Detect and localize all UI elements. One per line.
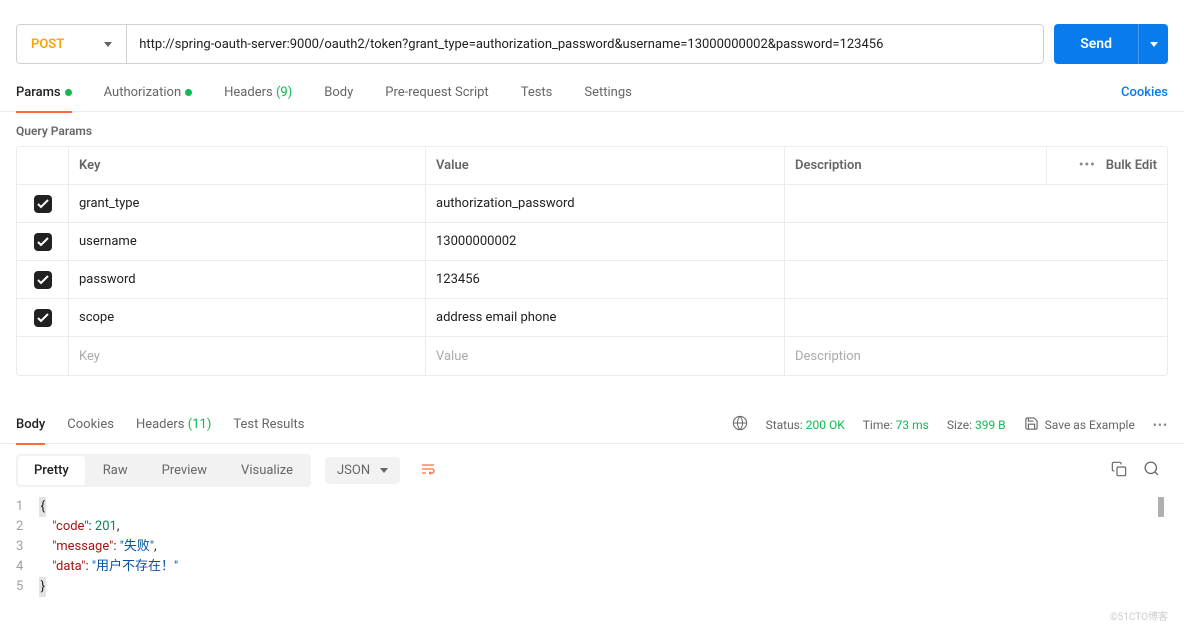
method-select[interactable]: POST — [17, 25, 127, 63]
param-key-cell[interactable]: scope — [69, 299, 426, 336]
cookies-link[interactable]: Cookies — [1121, 85, 1168, 100]
status-block: Status: 200 OK — [766, 418, 845, 432]
watermark: ©51CTO博客 — [1110, 608, 1168, 623]
param-description-cell[interactable] — [785, 299, 1167, 336]
dot-green-icon — [185, 89, 192, 96]
tab-authorization[interactable]: Authorization — [104, 74, 193, 112]
more-response-options-icon[interactable]: ••• — [1153, 418, 1168, 432]
param-key-cell[interactable]: username — [69, 223, 426, 260]
chevron-down-icon — [104, 42, 112, 47]
time-block: Time: 73 ms — [863, 418, 929, 432]
row-checkbox[interactable] — [34, 309, 52, 327]
row-checkbox[interactable] — [34, 195, 52, 213]
wrap-lines-icon[interactable] — [414, 455, 442, 487]
query-params-title: Query Params — [0, 112, 1184, 146]
send-button[interactable]: Send — [1054, 24, 1138, 64]
save-as-example-button[interactable]: Save as Example — [1024, 416, 1135, 434]
param-value-cell[interactable]: 13000000002 — [426, 223, 785, 260]
row-checkbox[interactable] — [34, 233, 52, 251]
response-tab-headers[interactable]: Headers (11) — [136, 406, 211, 444]
tab-tests[interactable]: Tests — [521, 74, 553, 112]
table-empty-row: Key Value Description — [17, 337, 1167, 375]
table-header-row: Key Value Description ••• Bulk Edit — [17, 147, 1167, 185]
headers-count: (9) — [276, 85, 292, 100]
response-code-area[interactable]: 12345 { "code": 201, "message": "失败", "d… — [0, 497, 1184, 617]
format-label: JSON — [337, 463, 370, 478]
more-options-icon[interactable]: ••• — [1079, 158, 1096, 173]
view-tab-pretty[interactable]: Pretty — [18, 456, 85, 485]
param-key-placeholder[interactable]: Key — [69, 337, 426, 375]
send-options-button[interactable] — [1138, 24, 1168, 64]
response-tab-cookies[interactable]: Cookies — [67, 406, 114, 444]
search-icon[interactable] — [1135, 456, 1168, 485]
chevron-down-icon — [380, 468, 388, 473]
save-icon — [1024, 416, 1039, 434]
format-select[interactable]: JSON — [325, 457, 400, 484]
copy-icon[interactable] — [1103, 457, 1135, 485]
tab-label: Authorization — [104, 85, 182, 100]
header-check-cell — [17, 147, 69, 184]
bulk-edit-button[interactable]: Bulk Edit — [1106, 158, 1157, 173]
save-example-label: Save as Example — [1045, 418, 1135, 432]
tab-label: Headers — [224, 85, 273, 100]
tab-body[interactable]: Body — [324, 74, 353, 112]
table-row: username 13000000002 — [17, 223, 1167, 261]
param-value-cell[interactable]: address email phone — [426, 299, 785, 336]
response-tab-test-results[interactable]: Test Results — [233, 406, 304, 444]
tab-label: Params — [16, 85, 61, 100]
tab-params[interactable]: Params — [16, 74, 72, 112]
line-numbers: 12345 — [16, 497, 39, 597]
chevron-down-icon — [1150, 42, 1158, 47]
headers-count: (11) — [188, 417, 212, 432]
tab-pre-request-script[interactable]: Pre-request Script — [385, 74, 488, 112]
param-description-placeholder[interactable]: Description — [785, 337, 1167, 375]
code-content: { "code": 201, "message": "失败", "data": … — [39, 497, 178, 597]
url-input[interactable] — [127, 25, 1043, 63]
dot-green-icon — [65, 89, 72, 96]
view-tab-preview[interactable]: Preview — [146, 456, 223, 485]
row-checkbox[interactable] — [34, 271, 52, 289]
param-value-cell[interactable]: 123456 — [426, 261, 785, 298]
param-key-cell[interactable]: grant_type — [69, 185, 426, 222]
table-row: scope address email phone — [17, 299, 1167, 337]
param-key-cell[interactable]: password — [69, 261, 426, 298]
header-value-cell: Value — [426, 147, 785, 184]
view-mode-tabs: Pretty Raw Preview Visualize — [16, 454, 311, 487]
param-description-cell[interactable] — [785, 185, 1167, 222]
view-tab-visualize[interactable]: Visualize — [225, 456, 309, 485]
param-description-cell[interactable] — [785, 261, 1167, 298]
size-block: Size: 399 B — [947, 418, 1006, 432]
empty-check-cell — [17, 337, 69, 375]
minimap-scrollbar[interactable] — [1158, 497, 1164, 517]
header-key-cell: Key — [69, 147, 426, 184]
view-tab-raw[interactable]: Raw — [87, 456, 144, 485]
tab-headers[interactable]: Headers (9) — [224, 74, 292, 112]
method-label: POST — [31, 37, 64, 52]
response-tab-body[interactable]: Body — [16, 406, 45, 444]
table-row: password 123456 — [17, 261, 1167, 299]
tab-label: Headers — [136, 417, 185, 432]
param-description-cell[interactable] — [785, 223, 1167, 260]
header-actions-cell: ••• Bulk Edit — [1047, 147, 1167, 184]
query-params-table: Key Value Description ••• Bulk Edit gran… — [16, 146, 1168, 376]
param-value-placeholder[interactable]: Value — [426, 337, 785, 375]
table-row: grant_type authorization_password — [17, 185, 1167, 223]
header-description-cell: Description — [785, 147, 1047, 184]
tab-settings[interactable]: Settings — [584, 74, 631, 112]
param-value-cell[interactable]: authorization_password — [426, 185, 785, 222]
globe-icon[interactable] — [732, 415, 748, 434]
